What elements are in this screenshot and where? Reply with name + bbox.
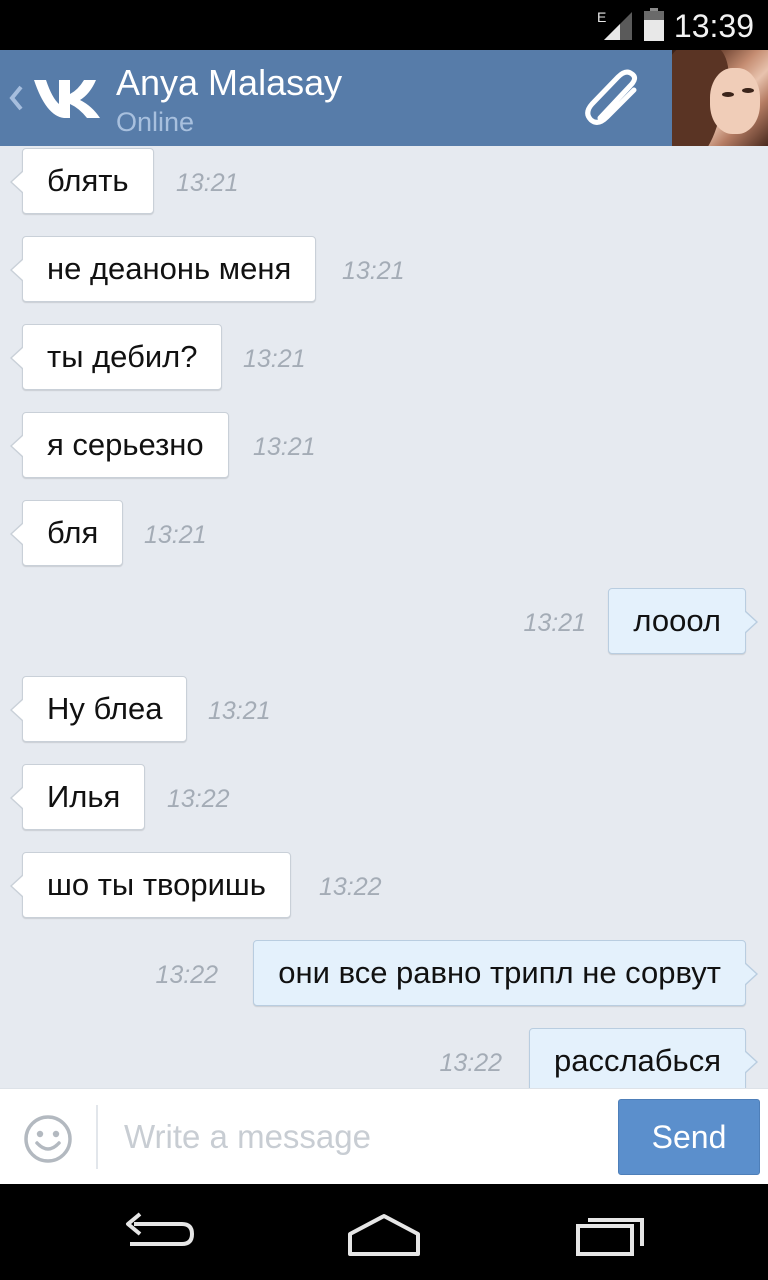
message-time: 13:21 [342, 257, 405, 285]
status-time: 13:39 [673, 8, 754, 44]
back-chevron-icon [9, 85, 23, 111]
message-incoming: бля 13:21 [0, 500, 768, 568]
paperclip-icon [585, 69, 638, 125]
message-incoming: ты дебил? 13:21 [0, 324, 768, 392]
message-bubble[interactable]: Илья [10, 764, 146, 830]
chat-screen: E 13:39 Anya Malasay Online блять 13:21 … [0, 0, 768, 1280]
vk-logo-icon [34, 80, 100, 118]
message-incoming: я серьезно 13:21 [0, 412, 768, 480]
message-incoming: блять 13:21 [0, 148, 768, 216]
message-text: ты дебил? [47, 339, 198, 374]
send-button[interactable]: Send [618, 1099, 760, 1175]
chat-header: Anya Malasay Online [0, 50, 768, 146]
system-nav-bar [0, 1184, 768, 1280]
message-bubble[interactable]: они все равно трипл не сорвут [253, 940, 758, 1006]
back-button[interactable] [0, 50, 110, 146]
message-outgoing: 13:22 они все равно трипл не сорвут [0, 940, 768, 1008]
message-text: они все равно трипл не сорвут [278, 955, 721, 990]
message-time: 13:22 [439, 1049, 502, 1077]
message-bubble[interactable]: я серьезно [10, 412, 229, 478]
message-list[interactable]: блять 13:21 не деанонь меня 13:21 ты деб… [0, 146, 768, 1088]
message-time: 13:21 [523, 609, 586, 637]
status-bar: E 13:39 [0, 0, 768, 50]
message-time: 13:22 [167, 785, 230, 813]
message-bubble[interactable]: ты дебил? [10, 324, 223, 390]
emoji-button[interactable] [22, 1113, 74, 1165]
message-outgoing: 13:21 лооол [0, 588, 768, 656]
contact-status: Online [116, 107, 195, 137]
avatar[interactable] [672, 50, 768, 146]
message-time: 13:22 [155, 961, 218, 989]
message-outgoing: 13:22 расслабься [0, 1028, 768, 1088]
message-time: 13:21 [243, 345, 306, 373]
nav-home-icon [348, 1214, 420, 1256]
message-text: бля [47, 515, 99, 550]
message-bubble[interactable]: Ну блеа [10, 676, 188, 742]
message-input[interactable] [110, 1105, 600, 1169]
message-text: я серьезно [47, 427, 204, 462]
nav-back-icon [126, 1212, 195, 1246]
nav-recent-apps-button[interactable] [552, 1202, 672, 1262]
message-bubble[interactable]: не деанонь меня [10, 236, 317, 302]
message-text: шо ты творишь [47, 867, 266, 902]
message-text: блять [47, 163, 129, 198]
message-incoming: шо ты творишь 13:22 [0, 852, 768, 920]
message-time: 13:21 [144, 521, 207, 549]
message-bubble[interactable]: шо ты творишь [10, 852, 291, 918]
attach-button[interactable] [580, 66, 650, 130]
smiley-icon [24, 1115, 72, 1163]
message-text: лооол [633, 603, 721, 638]
message-text: расслабься [553, 1043, 721, 1078]
battery-icon [644, 8, 664, 41]
signal-icon: E [597, 9, 632, 40]
message-time: 13:21 [176, 169, 239, 197]
message-bubble[interactable]: расслабься [528, 1028, 758, 1088]
message-text: Илья [47, 779, 121, 814]
message-bubble[interactable]: блять [10, 148, 154, 214]
message-time: 13:21 [208, 697, 271, 725]
nav-back-button[interactable] [100, 1202, 220, 1262]
message-bubble[interactable]: бля [10, 500, 124, 566]
network-type-label: E [597, 9, 606, 25]
message-time: 13:22 [319, 873, 382, 901]
nav-recent-apps-icon [576, 1218, 644, 1256]
message-bubble[interactable]: лооол [608, 588, 758, 654]
message-text: Ну блеа [47, 691, 163, 726]
contact-name[interactable]: Anya Malasay [116, 62, 342, 104]
message-incoming: Ну блеа 13:21 [0, 676, 768, 744]
message-time: 13:21 [253, 433, 316, 461]
composer-divider [96, 1105, 98, 1169]
message-incoming: Илья 13:22 [0, 764, 768, 832]
message-composer: Send [0, 1088, 768, 1184]
message-text: не деанонь меня [47, 251, 292, 286]
nav-home-button[interactable] [324, 1202, 444, 1262]
message-incoming: не деанонь меня 13:21 [0, 236, 768, 304]
